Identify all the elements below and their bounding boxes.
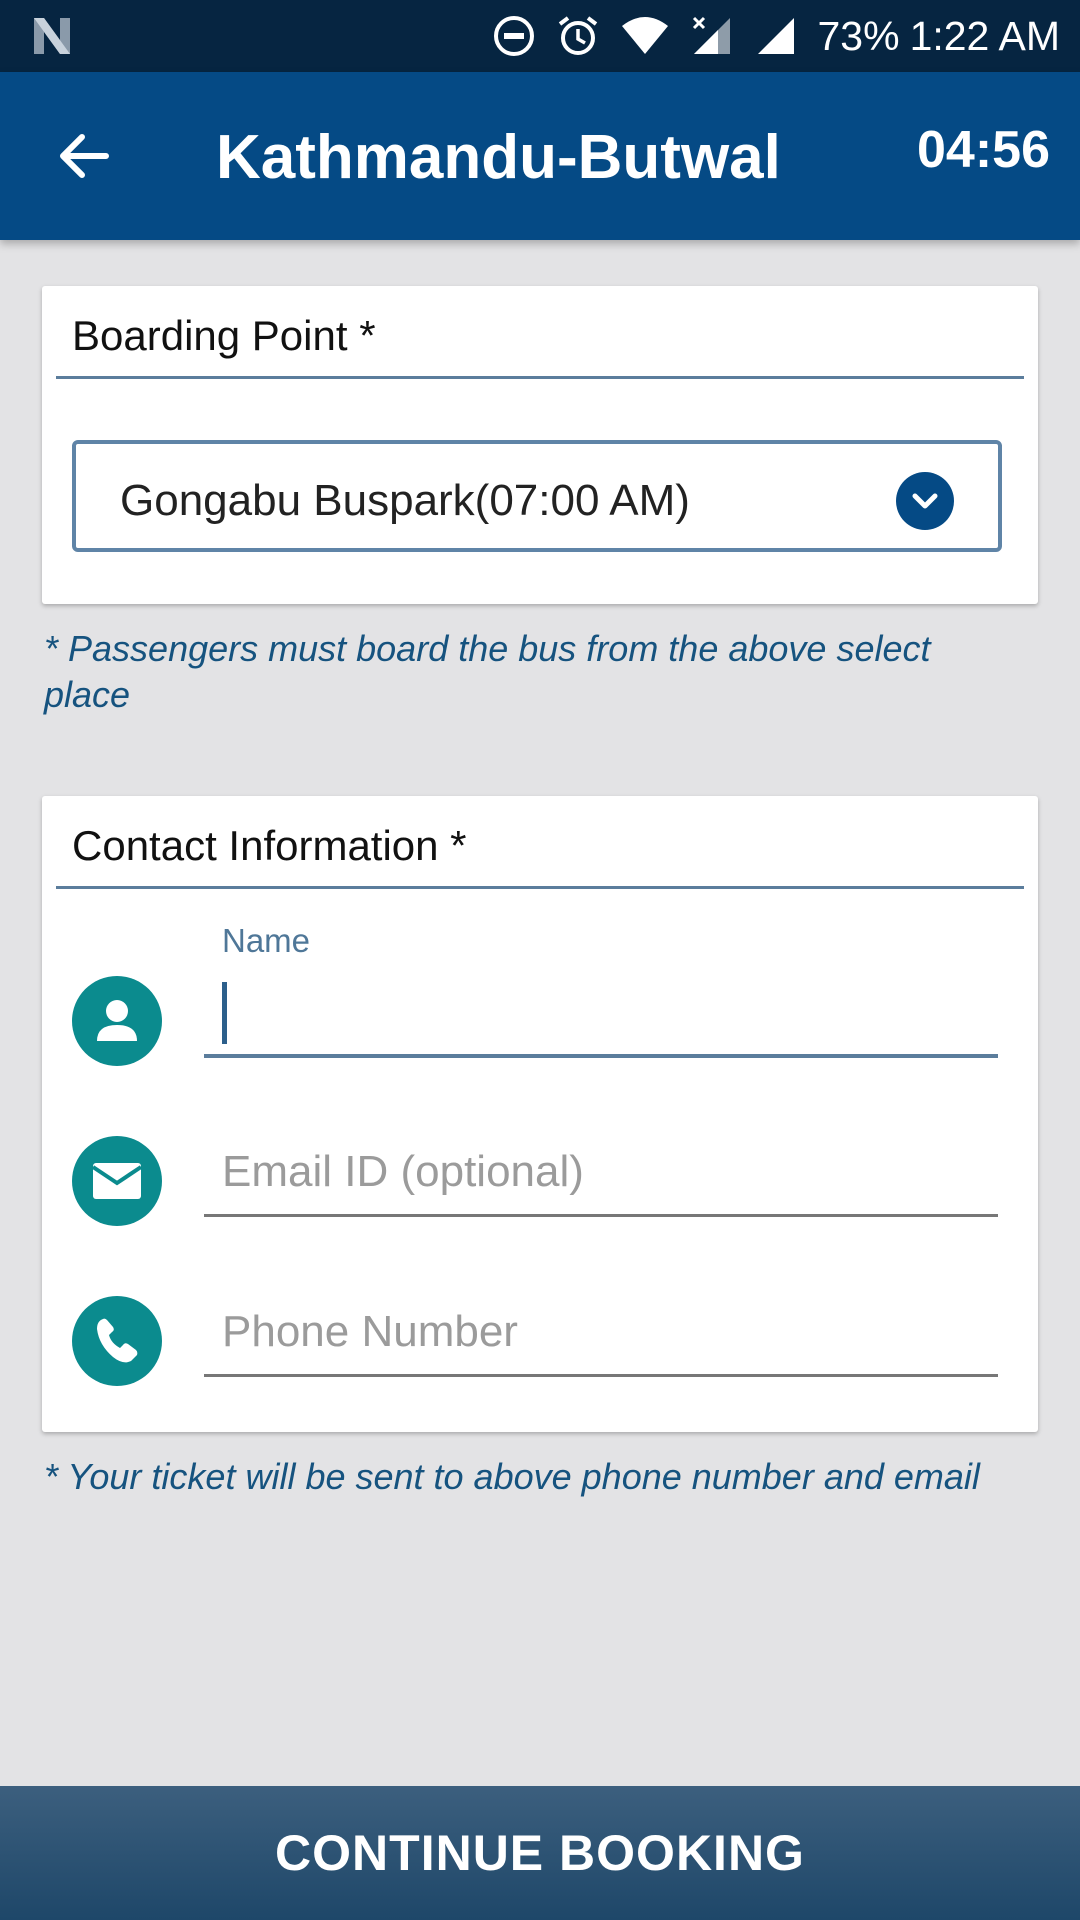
signal-no-data-icon	[690, 14, 734, 58]
signal-icon	[754, 14, 798, 58]
chevron-down-icon	[896, 472, 954, 530]
contact-info-card: Contact Information * Name	[42, 796, 1038, 1432]
battery-text: 73%	[817, 12, 900, 59]
continue-booking-button[interactable]: CONTINUE BOOKING	[0, 1786, 1080, 1920]
app-bar: Kathmandu-Butwal 04:56	[0, 72, 1080, 240]
phone-underline	[204, 1374, 998, 1377]
page-title: Kathmandu-Butwal	[216, 123, 781, 192]
time-text: 1:22 AM	[909, 12, 1060, 59]
email-icon	[72, 1136, 162, 1226]
alarm-icon	[556, 14, 600, 58]
divider	[56, 886, 1024, 889]
wifi-icon	[620, 14, 670, 58]
contact-info-title: Contact Information *	[72, 822, 467, 869]
ticket-note: * Your ticket will be sent to above phon…	[44, 1456, 980, 1497]
phone-number-field[interactable]	[204, 1302, 998, 1362]
text-caret	[222, 982, 227, 1044]
status-bar: 73% 1:22 AM	[0, 0, 1080, 72]
person-icon	[72, 976, 162, 1066]
back-arrow-icon[interactable]	[52, 124, 116, 188]
do-not-disturb-icon	[492, 14, 536, 58]
name-input[interactable]	[204, 980, 998, 1040]
boarding-point-card: Boarding Point * Gongabu Buspark(07:00 A…	[42, 286, 1038, 604]
phone-icon	[72, 1296, 162, 1386]
email-underline	[204, 1214, 998, 1217]
n-logo-icon	[34, 18, 70, 54]
divider	[56, 376, 1024, 379]
email-field[interactable]	[204, 1142, 998, 1202]
status-icons: 73% 1:22 AM	[492, 0, 1060, 72]
countdown-timer: 04:56	[917, 121, 1050, 179]
boarding-point-value: Gongabu Buspark(07:00 AM)	[120, 476, 690, 525]
name-label: Name	[222, 922, 311, 959]
name-underline	[204, 1054, 998, 1058]
boarding-point-select[interactable]: Gongabu Buspark(07:00 AM)	[72, 440, 1002, 552]
boarding-note: * Passengers must board the bus from the…	[44, 628, 931, 715]
boarding-point-title: Boarding Point *	[72, 312, 376, 359]
